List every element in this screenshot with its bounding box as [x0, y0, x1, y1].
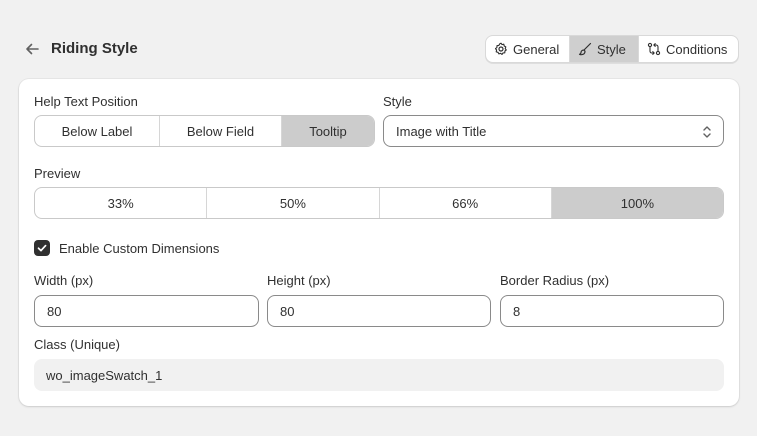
tab-conditions[interactable]: Conditions — [639, 36, 738, 62]
tab-style-label: Style — [597, 41, 626, 57]
enable-custom-dimensions-label: Enable Custom Dimensions — [59, 240, 220, 256]
preview-50[interactable]: 50% — [207, 188, 380, 218]
help-position-below-label[interactable]: Below Label — [35, 116, 160, 146]
width-value: 80 — [47, 303, 62, 319]
back-button[interactable] — [20, 37, 44, 61]
style-select[interactable]: Image with Title — [383, 115, 724, 147]
help-text-position-segmented: Below Label Below Field Tooltip — [34, 115, 375, 147]
page-header: Riding Style General Style Conditions — [0, 0, 757, 80]
preview-66[interactable]: 66% — [380, 188, 552, 218]
help-position-tooltip[interactable]: Tooltip — [282, 116, 374, 146]
preview-segmented: 33% 50% 66% 100% — [34, 187, 724, 219]
height-field[interactable]: 80 — [267, 295, 491, 327]
enable-custom-dimensions-row[interactable]: Enable Custom Dimensions — [34, 240, 219, 256]
help-position-below-field[interactable]: Below Field — [160, 116, 282, 146]
class-unique-field: wo_imageSwatch_1 — [34, 359, 724, 391]
preview-label: Preview — [34, 166, 81, 181]
height-value: 80 — [280, 303, 295, 319]
tab-style[interactable]: Style — [570, 36, 639, 62]
class-unique-value: wo_imageSwatch_1 — [46, 367, 163, 383]
enable-custom-dimensions-checkbox[interactable] — [34, 240, 50, 256]
conditions-icon — [647, 42, 661, 56]
style-label: Style — [383, 94, 412, 109]
tab-general[interactable]: General — [486, 36, 570, 62]
class-unique-label: Class (Unique) — [34, 337, 120, 352]
style-select-value: Image with Title — [396, 123, 487, 139]
style-settings-card: Help Text Position Below Label Below Fie… — [19, 79, 739, 406]
help-text-position-label: Help Text Position — [34, 94, 138, 109]
arrow-left-icon — [26, 43, 39, 55]
width-label: Width (px) — [34, 273, 94, 288]
preview-33[interactable]: 33% — [35, 188, 208, 218]
border-radius-label: Border Radius (px) — [500, 273, 610, 288]
page-title: Riding Style — [51, 40, 138, 57]
gear-icon — [494, 42, 508, 56]
checkmark-icon — [37, 244, 47, 252]
border-radius-field[interactable]: 8 — [500, 295, 724, 327]
brush-icon — [578, 42, 592, 56]
select-chevrons-icon — [703, 126, 711, 138]
tab-general-label: General — [513, 41, 560, 57]
tab-conditions-label: Conditions — [666, 41, 728, 57]
preview-100[interactable]: 100% — [551, 188, 723, 218]
height-label: Height (px) — [267, 273, 331, 288]
border-radius-value: 8 — [513, 303, 521, 319]
width-field[interactable]: 80 — [34, 295, 259, 327]
view-tabs: General Style Conditions — [485, 35, 739, 63]
